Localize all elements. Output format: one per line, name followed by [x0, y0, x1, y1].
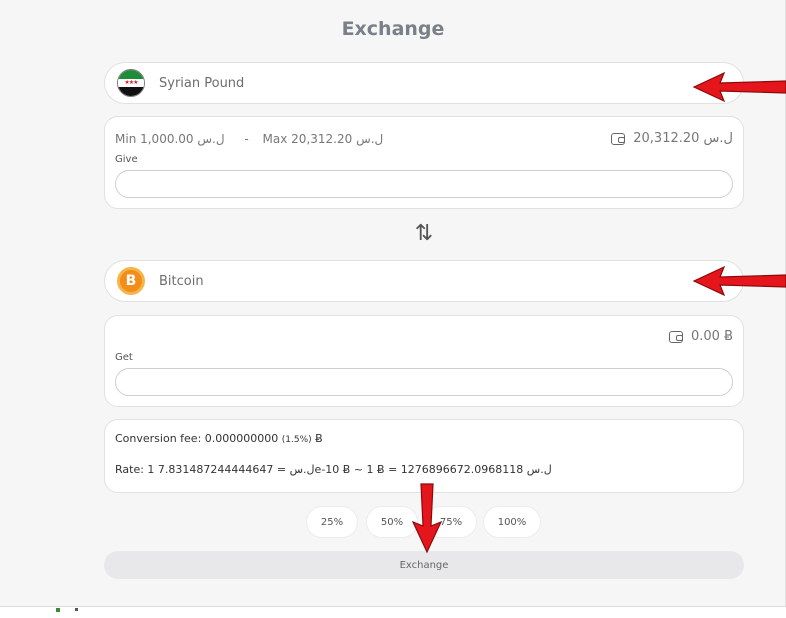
from-balance-value: 20,312.20 ل.س — [633, 131, 733, 146]
bottom-mark — [75, 608, 78, 611]
conversion-fee-percent: (1.5%) — [281, 435, 312, 445]
syrian-flag-icon: ★★★ — [117, 69, 145, 97]
min-limit: Min 1,000.00 ل.س — [115, 131, 225, 146]
to-currency-name: Bitcoin — [159, 273, 204, 289]
limit-separator: - — [244, 131, 249, 146]
annotation-arrow-icon — [411, 483, 443, 554]
flag-stars: ★★★ — [118, 78, 144, 88]
wallet-icon — [611, 132, 626, 145]
from-currency-name: Syrian Pound — [159, 75, 245, 91]
give-input[interactable] — [115, 170, 733, 198]
to-balance-value: 0.00 Ƀ — [691, 329, 733, 344]
get-label: Get — [115, 352, 133, 363]
annotation-arrow-icon — [692, 265, 786, 297]
get-amount-card: 0.00 Ƀ Get — [104, 315, 744, 407]
percent-100-button[interactable]: 100% — [483, 506, 541, 538]
percent-25-button[interactable]: 25% — [306, 506, 358, 538]
wallet-icon — [669, 330, 683, 343]
exchange-rate: Rate: 1 ل.س = 7.831487244444647e-10 Ƀ ~ … — [115, 463, 552, 476]
give-label: Give — [115, 154, 138, 165]
give-limits: Min 1,000.00 ل.س - Max 20,312.20 ل.س — [115, 132, 389, 146]
annotation-arrow-icon — [692, 71, 786, 103]
bottom-mark — [56, 608, 60, 612]
to-currency-selector[interactable]: B Bitcoin — [104, 260, 744, 302]
bottom-strip — [0, 606, 786, 618]
bitcoin-icon: B — [117, 267, 145, 295]
max-limit: Max 20,312.20 ل.س — [262, 131, 384, 146]
give-amount-card: Min 1,000.00 ل.س - Max 20,312.20 ل.س 20,… — [104, 116, 744, 209]
exchange-button[interactable]: Exchange — [104, 551, 744, 579]
from-balance: 20,312.20 ل.س — [611, 131, 733, 146]
conversion-fee: Conversion fee: 0.000000000 (1.5%) Ƀ — [115, 432, 733, 445]
to-balance: 0.00 Ƀ — [669, 329, 733, 344]
conversion-fee-unit: Ƀ — [315, 432, 323, 445]
conversion-fee-text: Conversion fee: 0.000000000 — [115, 432, 279, 445]
swap-vertical-arrows-icon[interactable]: ⇅ — [412, 222, 436, 246]
get-input[interactable] — [115, 368, 733, 396]
page-title: Exchange — [341, 18, 445, 40]
from-currency-selector[interactable]: ★★★ Syrian Pound — [104, 62, 744, 104]
